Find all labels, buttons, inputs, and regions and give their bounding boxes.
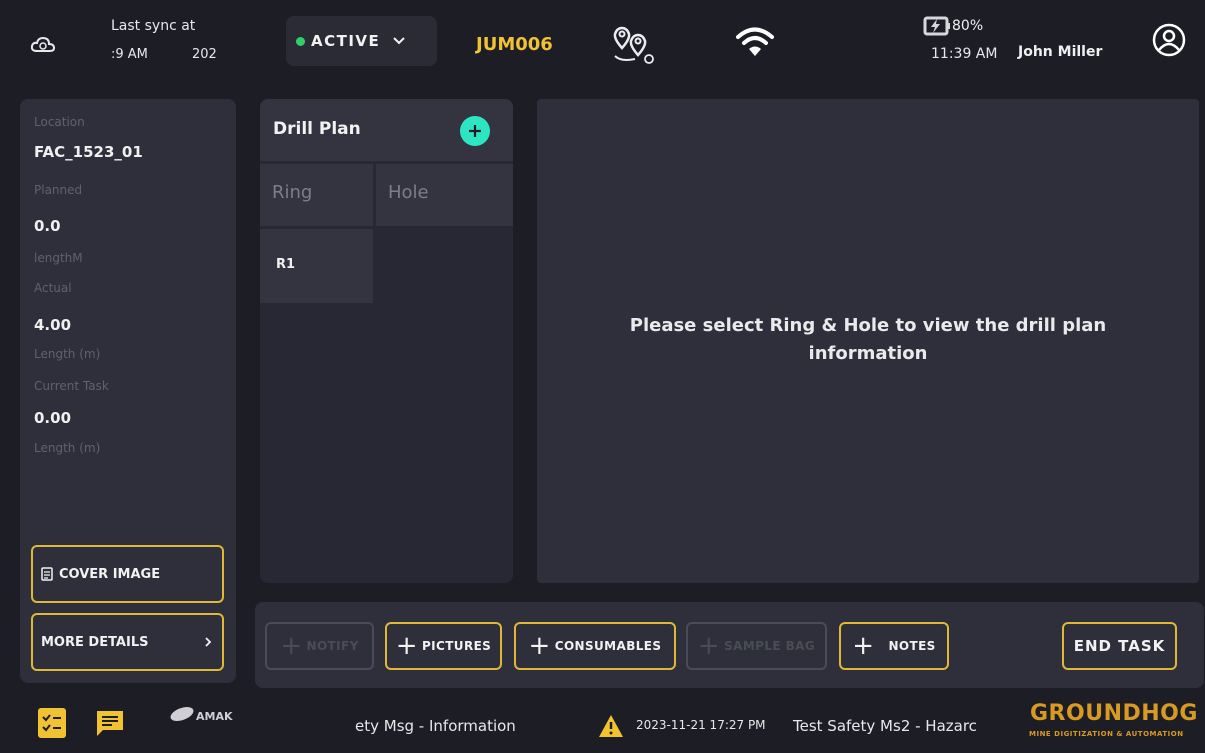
planned-value: 0.0 bbox=[34, 217, 61, 235]
plus-icon: + bbox=[852, 631, 875, 661]
current-task-unit: Length (m) bbox=[34, 441, 101, 455]
drill-plan-panel: Drill Plan Ring Hole R1 bbox=[260, 99, 513, 583]
task-list-icon[interactable] bbox=[38, 708, 66, 738]
status-text: ACTIVE bbox=[311, 32, 381, 50]
notes-button[interactable]: + NOTES bbox=[839, 622, 949, 670]
pictures-button[interactable]: + PICTURES bbox=[385, 622, 502, 670]
battery-percent: 80% bbox=[952, 18, 984, 34]
brand-logo: GROUNDHOG bbox=[1030, 701, 1198, 726]
chevron-down-icon bbox=[392, 36, 406, 46]
partner-logo-text: AMAK bbox=[196, 710, 233, 723]
drill-plan-header: Drill Plan bbox=[260, 99, 513, 161]
empty-state-message: Please select Ring & Hole to view the dr… bbox=[629, 315, 1107, 364]
location-value: FAC_1523_01 bbox=[34, 143, 143, 161]
notes-label: NOTES bbox=[888, 639, 936, 653]
sample-bag-button[interactable]: + SAMPLE BAG bbox=[686, 622, 827, 670]
drill-plan-info-panel: Please select Ring & Hole to view the dr… bbox=[537, 99, 1199, 583]
user-name: John Miller bbox=[1018, 44, 1103, 60]
safety-ticker-time: 2023-11-21 17:27 PM bbox=[636, 718, 766, 732]
current-task-label: Current Task bbox=[34, 379, 109, 393]
task-summary-panel: Location FAC_1523_01 Planned 0.0 lengthM… bbox=[20, 99, 236, 683]
cover-image-label: COVER IMAGE bbox=[59, 566, 161, 582]
ring-column-header[interactable]: Ring bbox=[260, 164, 373, 226]
more-details-button[interactable]: MORE DETAILS bbox=[31, 613, 224, 671]
last-sync-year: 202 bbox=[192, 47, 217, 62]
add-drill-plan-button[interactable] bbox=[460, 116, 490, 146]
plus-icon: + bbox=[697, 631, 721, 661]
chevron-right-icon bbox=[204, 636, 212, 648]
end-task-label: END TASK bbox=[1073, 637, 1166, 655]
partner-logo: AMAK bbox=[168, 698, 234, 728]
consumables-label: CONSUMABLES bbox=[554, 639, 662, 653]
actual-unit: Length (m) bbox=[34, 347, 101, 361]
last-sync-time: :9 AM bbox=[111, 47, 148, 62]
hole-column-header[interactable]: Hole bbox=[376, 164, 513, 226]
actual-value: 4.00 bbox=[34, 316, 72, 334]
cover-image-button[interactable]: COVER IMAGE bbox=[31, 545, 224, 603]
pictures-label: PICTURES bbox=[421, 639, 492, 653]
consumables-button[interactable]: + CONSUMABLES bbox=[514, 622, 676, 670]
location-label: Location bbox=[34, 115, 85, 129]
battery-charging-icon bbox=[923, 16, 951, 36]
plus-icon: + bbox=[395, 631, 418, 661]
last-sync-label: Last sync at bbox=[111, 18, 196, 34]
planned-label: Planned bbox=[34, 183, 83, 197]
plus-icon: + bbox=[280, 631, 303, 661]
sample-bag-label: SAMPLE BAG bbox=[724, 639, 816, 653]
action-bar: + NOTIFY + PICTURES + CONSUMABLES + SAMP… bbox=[255, 602, 1204, 688]
actual-label: Actual bbox=[34, 281, 72, 295]
clock-time: 11:39 AM bbox=[931, 46, 998, 62]
plus-icon bbox=[469, 125, 481, 137]
bottom-bar: AMAK ety Msg - Information 2023-11-21 17… bbox=[0, 694, 1205, 753]
message-icon[interactable] bbox=[94, 708, 126, 738]
route-pin-icon[interactable] bbox=[611, 26, 659, 66]
current-task-value: 0.00 bbox=[34, 409, 72, 427]
planned-unit: lengthM bbox=[34, 251, 83, 265]
end-task-button[interactable]: END TASK bbox=[1062, 622, 1177, 670]
more-details-label: MORE DETAILS bbox=[41, 634, 149, 650]
notify-button[interactable]: + NOTIFY bbox=[265, 622, 374, 670]
brand-tagline: MINE DIGITIZATION & AUTOMATION bbox=[1029, 730, 1184, 738]
wifi-icon bbox=[735, 26, 775, 58]
notify-label: NOTIFY bbox=[306, 639, 359, 653]
machine-id: JUM006 bbox=[476, 34, 553, 55]
status-dot bbox=[296, 36, 305, 46]
document-icon bbox=[41, 567, 53, 581]
warning-icon bbox=[598, 714, 624, 738]
safety-ticker-left: ety Msg - Information bbox=[355, 717, 516, 735]
safety-ticker-right: Test Safety Ms2 - Hazarc bbox=[793, 717, 977, 735]
drill-plan-title: Drill Plan bbox=[273, 119, 361, 139]
status-dropdown[interactable]: ACTIVE bbox=[286, 16, 437, 66]
top-bar: Last sync at :9 AM 202 ACTIVE JUM006 80%… bbox=[0, 0, 1205, 86]
plus-icon: + bbox=[528, 631, 551, 661]
cloud-sync-icon[interactable] bbox=[30, 35, 56, 55]
ring-list-item[interactable]: R1 bbox=[260, 229, 373, 303]
user-avatar-icon[interactable] bbox=[1151, 22, 1187, 58]
